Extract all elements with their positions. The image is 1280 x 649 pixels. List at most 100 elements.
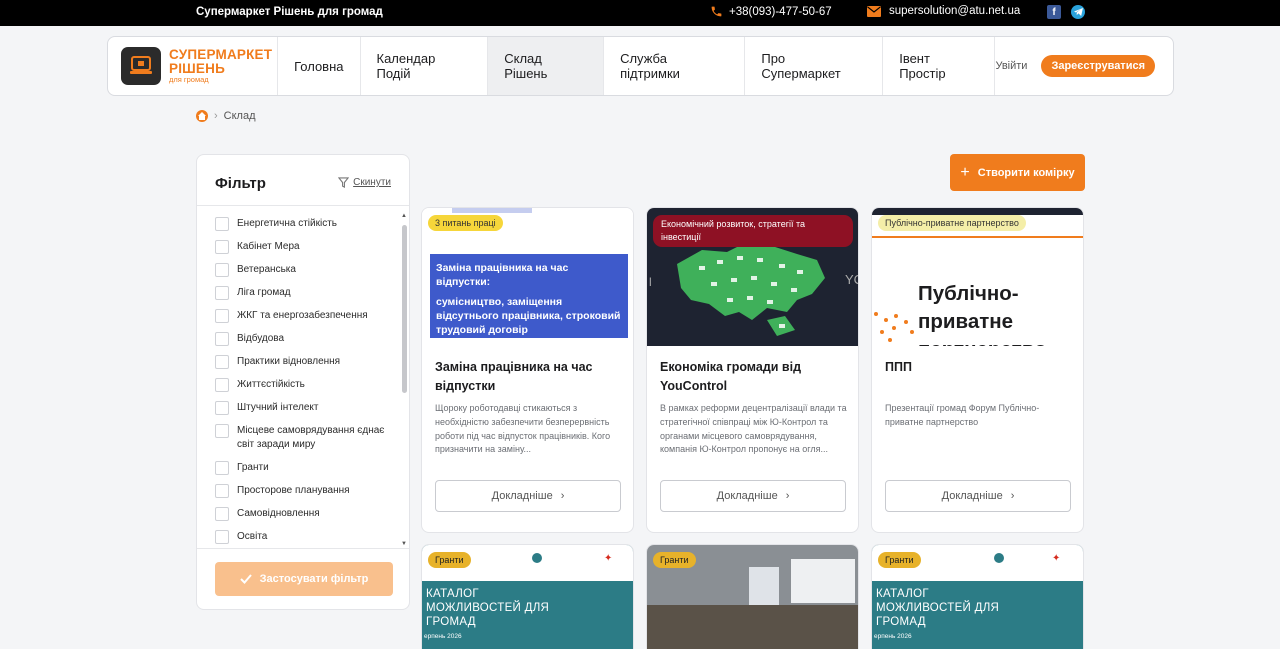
nav-event-space[interactable]: Івент Простір [883,37,996,95]
nav-about[interactable]: Про Супермаркет [745,37,884,95]
register-button[interactable]: Зареєструватися [1041,55,1155,77]
main-nav: Головна Календар Подій Склад Рішень Служ… [278,37,996,95]
canada-flag-icon: ✦ [1052,553,1061,564]
details-button[interactable]: Докладніше › [660,480,846,512]
scrollbar-thumb[interactable] [402,225,407,393]
checkbox[interactable] [215,217,229,231]
telegram-icon[interactable] [1071,5,1085,19]
filter-option[interactable]: Відбудова [215,332,395,346]
nav-events-calendar[interactable]: Календар Подій [361,37,489,95]
filter-option-label: Місцеве самоврядування єднає світ заради… [237,425,385,450]
filter-option[interactable]: Освіта [215,530,395,544]
card-title[interactable]: Заміна працівника на час відпустки [435,358,625,396]
filter-option[interactable]: Гранти [215,461,395,475]
filter-option[interactable]: Самовідновлення [215,507,395,521]
solution-card[interactable]: ✦ КАТАЛОГ МОЖЛИВОСТЕЙ ДЛЯ ГРОМАД ерпень … [421,544,634,649]
solution-card[interactable]: Заміна працівника на час відпустки: сумі… [421,207,634,533]
filter-option-label: Просторове планування [237,485,350,496]
login-link[interactable]: Увійти [995,60,1027,72]
card-image: ✦ КАТАЛОГ МОЖЛИВОСТЕЙ ДЛЯ ГРОМАД ерпень … [872,545,1083,649]
card-description: В рамках реформи децентралізації влади т… [660,403,847,455]
checkbox[interactable] [215,401,229,415]
nav-support[interactable]: Служба підтримки [604,37,746,95]
nav-home[interactable]: Головна [278,37,361,95]
scroll-down-icon[interactable]: ▼ [401,541,407,547]
filter-option[interactable]: Енергетична стійкість [215,217,395,231]
ministry-logo-icon [532,553,542,563]
filter-option[interactable]: Практики відновлення [215,355,395,369]
filter-option-label: Відбудова [237,333,285,344]
scroll-up-icon[interactable]: ▲ [401,213,407,219]
svg-text:YC: YC [845,272,858,287]
filter-funnel-icon [338,177,350,188]
checkbox[interactable] [215,530,229,544]
card-title[interactable]: Економіка громади від YouControl [660,358,850,396]
facebook-icon[interactable]: f [1047,5,1061,19]
filter-option[interactable]: Ветеранська [215,263,395,277]
topbar-phone[interactable]: +38(093)-477-50-67 [710,5,832,18]
filter-option-label: Самовідновлення [237,508,320,519]
details-button[interactable]: Докладніше › [435,480,621,512]
filter-title: Фільтр [215,175,266,192]
chevron-right-icon: › [1010,490,1015,502]
checkbox[interactable] [215,507,229,521]
divider [197,205,409,206]
filter-option-label: Енергетична стійкість [237,218,337,229]
card-description: Презентації громад Форум Публічно-приват… [885,403,1040,427]
filter-panel: Фільтр Скинути Енергетична стійкість Каб… [196,154,410,610]
filter-option-label: Ветеранська [237,264,296,275]
apply-filter-button[interactable]: Застосувати фільтр [215,562,393,596]
filter-option[interactable]: ЖКГ та енергозабезпечення [215,309,395,323]
photo-audience [647,605,858,649]
checkbox[interactable] [215,355,229,369]
filter-option[interactable]: Штучний інтелект [215,401,395,415]
nav-solutions-warehouse[interactable]: Склад Рішень [488,37,605,95]
checkbox[interactable] [215,424,229,438]
checkbox[interactable] [215,378,229,392]
filter-option-label: Ліга громад [237,287,291,298]
checkbox[interactable] [215,484,229,498]
card-title[interactable]: ППП [885,358,1075,377]
photo-screen [791,559,855,603]
filter-option[interactable]: Місцеве самоврядування єднає світ заради… [215,424,395,452]
solution-card[interactable]: l YC Економічний розвиток, стратегії та … [646,207,859,533]
filter-option-label: Практики відновлення [237,356,341,367]
checkbox[interactable] [215,240,229,254]
card-description: Щороку роботодавці стикаються з необхідн… [435,403,611,455]
filter-reset-label: Скинути [353,177,391,188]
svg-text:l: l [649,275,652,289]
solution-card[interactable]: Публічно-приватне партнерство Публічно-п… [871,207,1084,533]
topbar-email[interactable]: supersolution@atu.net.ua [867,5,1020,17]
filter-option-label: ЖКГ та енергозабезпечення [237,310,368,321]
filter-reset-button[interactable]: Скинути [338,177,391,188]
category-tag: Гранти [653,552,696,568]
filter-option[interactable]: Кабінет Мера [215,240,395,254]
solution-card[interactable]: ✦ КАТАЛОГ МОЖЛИВОСТЕЙ ДЛЯ ГРОМАД ерпень … [871,544,1084,649]
filter-option-label: Життєстійкість [237,379,305,390]
apply-filter-label: Застосувати фільтр [259,573,369,585]
checkbox[interactable] [215,332,229,346]
social-links: f [1047,5,1085,19]
logo-line3: для громад [169,75,209,85]
filter-option[interactable]: Просторове планування [215,484,395,498]
checkbox[interactable] [215,309,229,323]
details-label: Докладніше [716,490,778,502]
filter-option[interactable]: Ліга громад [215,286,395,300]
checkbox[interactable] [215,286,229,300]
solution-card[interactable]: Гранти [646,544,859,649]
filter-option[interactable]: Життєстійкість [215,378,395,392]
home-icon[interactable] [196,110,208,122]
create-cell-button[interactable]: + Створити комірку [950,154,1085,191]
card-image-banner: Заміна працівника на час відпустки: сумі… [430,254,628,338]
checkbox[interactable] [215,461,229,475]
card-image-heading: Публічно-приватне партнерство [918,282,1047,346]
card-image-date: ерпень 2026 [874,633,912,640]
checkbox[interactable] [215,263,229,277]
details-button[interactable]: Докладніше › [885,480,1071,512]
filter-scrollbar[interactable]: ▲ ▼ [400,213,407,547]
category-tag: Гранти [878,552,921,568]
site-logo[interactable]: СУПЕРМАРКЕТ РІШЕНЬ для громад [108,37,279,95]
top-bar: Супермаркет Рішень для громад +38(093)-4… [0,0,1280,26]
breadcrumb: › Склад [196,110,256,122]
card-image: Заміна працівника на час відпустки: сумі… [422,208,633,346]
